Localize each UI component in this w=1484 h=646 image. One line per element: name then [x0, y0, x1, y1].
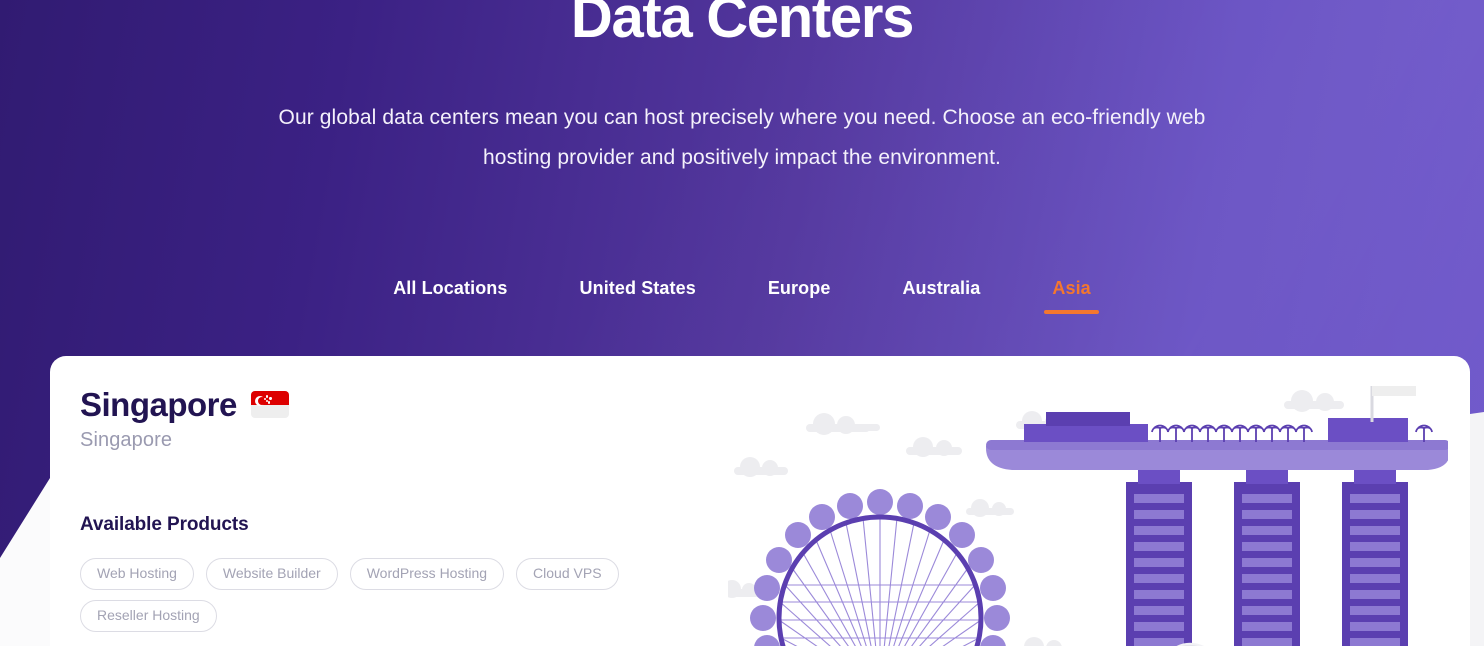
singapore-flag-icon — [250, 391, 289, 418]
product-tag-reseller-hosting: Reseller Hosting — [80, 599, 217, 632]
card-title-row: Singapore — [80, 388, 289, 421]
mbs-deck-structures — [1024, 412, 1408, 442]
flag-crescent — [254, 395, 267, 406]
cloud-icon — [1016, 411, 1070, 431]
hero-subtitle: Our global data centers mean you can hos… — [278, 106, 1206, 169]
product-tag-cloud-vps: Cloud VPS — [516, 558, 619, 590]
singapore-flyer-ferris-wheel — [750, 489, 1010, 646]
cloud-group — [728, 390, 1344, 646]
cloud-icon — [840, 424, 880, 431]
tab-all-locations[interactable]: All Locations — [357, 278, 543, 315]
flag-star — [267, 401, 271, 404]
cloud-icon — [1024, 637, 1062, 646]
mbs-towers — [1126, 468, 1408, 646]
cloud-icon — [1284, 390, 1344, 412]
tab-united-states[interactable]: United States — [544, 278, 732, 315]
product-tag-web-hosting: Web Hosting — [80, 558, 194, 590]
cloud-icon — [734, 457, 788, 477]
page-title: Data Centers — [570, 0, 915, 50]
deck-palm-trees — [1151, 424, 1433, 442]
mbs-skypark-deck — [986, 440, 1448, 470]
marina-bay-sands — [986, 386, 1448, 646]
ferris-wheel-spokes — [778, 517, 982, 646]
singapore-skyline-illustration — [728, 386, 1448, 646]
product-tag-wordpress-hosting: WordPress Hosting — [349, 558, 505, 590]
location-card: Singapore Singapore Available Products W… — [50, 356, 1470, 646]
location-filter-tabs: All Locations United States Europe Austr… — [0, 278, 1484, 315]
cloud-icon — [906, 437, 962, 457]
product-tag-website-builder: Website Builder — [205, 558, 338, 590]
cloud-icon — [728, 580, 764, 598]
location-name: Singapore — [80, 386, 237, 423]
location-country: Singapore — [80, 429, 173, 451]
product-tag-list: Web Hosting Website Builder WordPress Ho… — [80, 558, 700, 632]
card-header: Singapore Singapore — [80, 388, 289, 452]
tab-asia[interactable]: Asia — [1016, 278, 1126, 315]
page-root: Data Centers Our global data centers mea… — [0, 0, 1484, 646]
right-gutter-strip — [1470, 410, 1484, 646]
cloud-icon — [966, 499, 1014, 517]
cloud-icon — [806, 413, 870, 435]
ferris-wheel-rim — [776, 514, 984, 646]
available-products-heading: Available Products — [80, 514, 249, 535]
tab-australia[interactable]: Australia — [866, 278, 1016, 315]
rooftop-flag-icon — [1370, 386, 1416, 422]
ferris-wheel-pods — [750, 489, 1010, 646]
flag-star — [269, 397, 272, 400]
tab-europe[interactable]: Europe — [732, 278, 867, 315]
